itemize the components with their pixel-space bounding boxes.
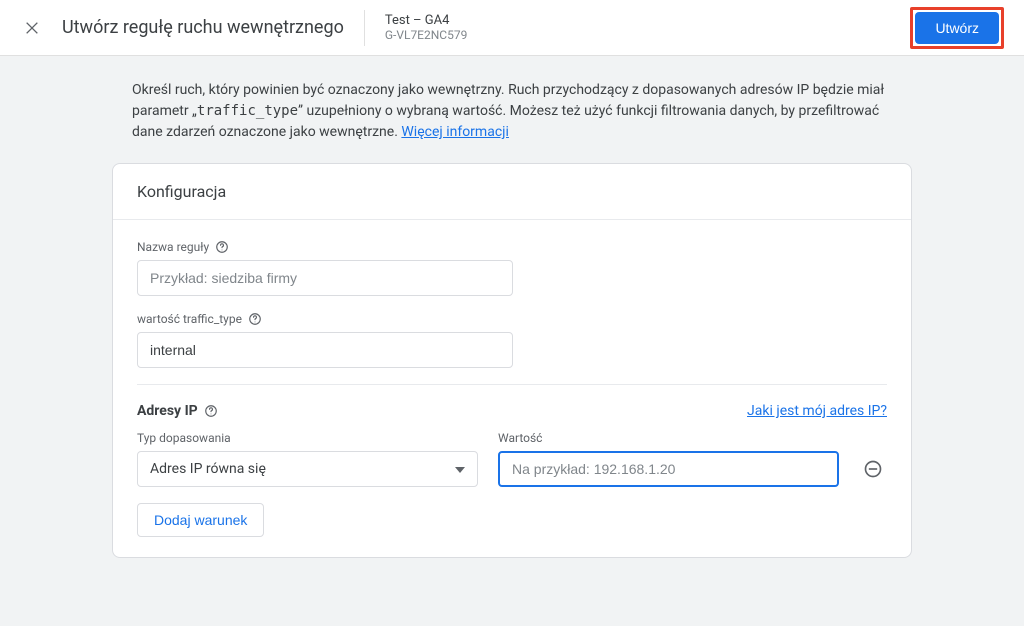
help-icon[interactable] — [204, 404, 218, 418]
rule-name-field: Nazwa reguły — [137, 240, 887, 296]
traffic-type-input[interactable] — [137, 332, 513, 368]
help-icon[interactable] — [248, 312, 262, 326]
top-bar: Utwórz regułę ruchu wewnętrznego Test – … — [0, 0, 1024, 56]
add-condition-button[interactable]: Dodaj warunek — [137, 503, 264, 537]
highlight-frame: Utwórz — [910, 7, 1004, 49]
config-card: Konfiguracja Nazwa reguły wartość traffi… — [112, 163, 912, 558]
main-content: Określ ruch, który powinien być oznaczon… — [0, 56, 1024, 558]
rule-name-input[interactable] — [137, 260, 513, 296]
ip-value-input[interactable] — [498, 451, 839, 487]
property-id: G-VL7E2NC579 — [385, 28, 468, 42]
traffic-type-field: wartość traffic_type — [137, 312, 887, 368]
rule-name-label: Nazwa reguły — [137, 240, 209, 254]
intro-text: Określ ruch, który powinien być oznaczon… — [112, 80, 912, 163]
close-icon[interactable] — [20, 16, 44, 40]
learn-more-link[interactable]: Więcej informacji — [401, 124, 509, 140]
create-button[interactable]: Utwórz — [915, 12, 999, 44]
property-name: Test – GA4 — [385, 13, 468, 28]
what-is-my-ip-link[interactable]: Jaki jest mój adres IP? — [747, 403, 887, 419]
ip-section-title: Adresy IP — [137, 403, 198, 419]
card-title: Konfiguracja — [113, 164, 911, 220]
chevron-down-icon — [455, 461, 465, 477]
match-type-select[interactable]: Adres IP równa się — [137, 451, 478, 487]
traffic-type-label: wartość traffic_type — [137, 312, 242, 326]
condition-row: Typ dopasowania Adres IP równa się Warto… — [137, 431, 887, 487]
value-label: Wartość — [498, 431, 839, 445]
page-title: Utwórz regułę ruchu wewnętrznego — [62, 10, 365, 46]
help-icon[interactable] — [215, 240, 229, 254]
property-info: Test – GA4 G-VL7E2NC579 — [365, 13, 468, 42]
remove-condition-icon[interactable] — [859, 455, 887, 483]
match-type-label: Typ dopasowania — [137, 431, 478, 445]
